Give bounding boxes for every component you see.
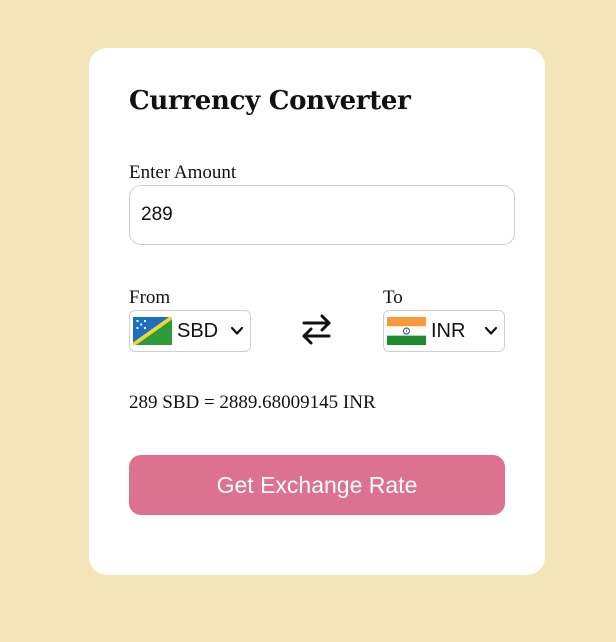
to-currency-code: INR xyxy=(431,320,466,342)
exchange-result-text: 289 SBD = 2889.68009145 INR xyxy=(129,392,376,413)
amount-label: Enter Amount xyxy=(129,162,237,183)
to-label: To xyxy=(383,287,403,308)
chevron-down-icon xyxy=(230,326,244,335)
solomon-islands-flag-icon xyxy=(133,317,172,345)
page-title: Currency Converter xyxy=(129,86,411,116)
india-flag-icon xyxy=(387,317,426,345)
chevron-down-icon xyxy=(484,326,498,335)
swap-arrows-icon[interactable] xyxy=(301,312,333,346)
from-currency-code: SBD xyxy=(177,320,219,342)
get-exchange-rate-button[interactable]: Get Exchange Rate xyxy=(129,455,505,515)
to-currency-select[interactable]: INR xyxy=(383,310,505,352)
converter-card: Currency Converter Enter Amount From SBD xyxy=(89,48,545,575)
from-label: From xyxy=(129,287,171,308)
from-currency-select[interactable]: SBD xyxy=(129,310,251,352)
amount-input[interactable] xyxy=(129,185,515,245)
